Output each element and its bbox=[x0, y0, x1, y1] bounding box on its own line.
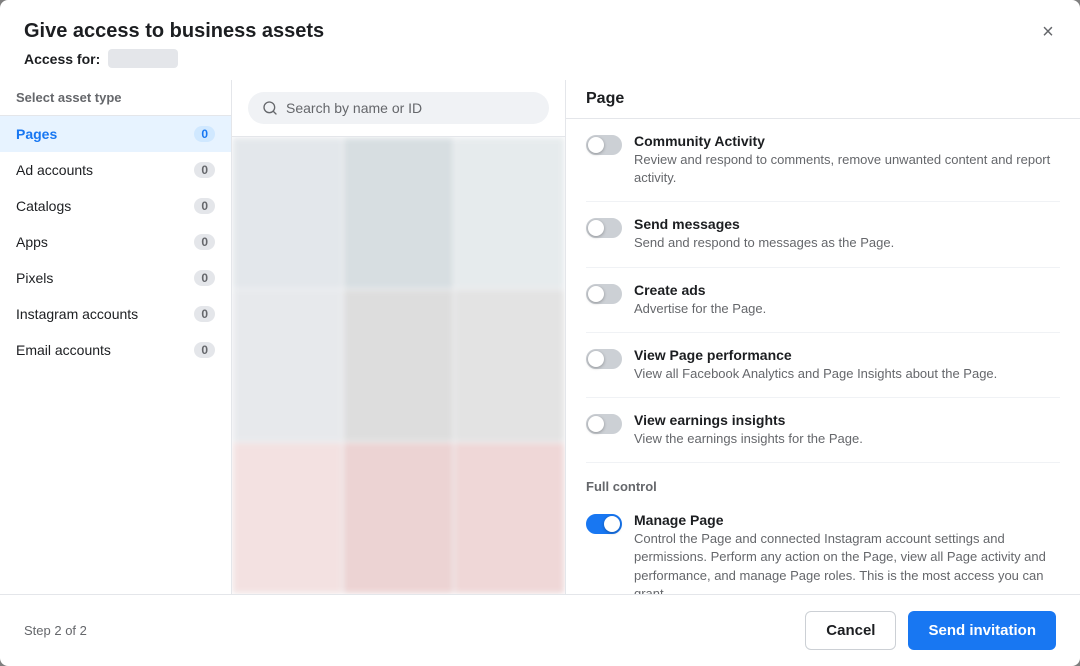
grid-cell bbox=[343, 289, 454, 441]
asset-type-label: Pages bbox=[16, 126, 57, 142]
asset-type-item-instagram[interactable]: Instagram accounts 0 bbox=[0, 296, 231, 332]
access-for-value bbox=[108, 49, 178, 68]
access-for-row: Access for: bbox=[24, 49, 1056, 68]
panel-asset-type: Select asset type Pages 0 Ad accounts 0 … bbox=[0, 80, 232, 594]
permissions-list: Community Activity Review and respond to… bbox=[566, 119, 1080, 594]
grid-cell bbox=[343, 137, 454, 289]
cancel-button[interactable]: Cancel bbox=[805, 611, 896, 650]
asset-type-label: Email accounts bbox=[16, 342, 111, 358]
asset-count: 0 bbox=[194, 126, 215, 142]
panel-select-assets bbox=[232, 80, 566, 594]
asset-count: 0 bbox=[194, 198, 215, 214]
toggle-earnings[interactable] bbox=[586, 414, 622, 434]
permission-item-community: Community Activity Review and respond to… bbox=[586, 119, 1060, 202]
permission-item-page-performance: View Page performance View all Facebook … bbox=[586, 333, 1060, 398]
footer-buttons: Cancel Send invitation bbox=[805, 611, 1056, 650]
modal-footer: Step 2 of 2 Cancel Send invitation bbox=[0, 594, 1080, 666]
permission-desc: View the earnings insights for the Page. bbox=[634, 430, 1060, 448]
permission-text: Send messages Send and respond to messag… bbox=[634, 216, 1060, 252]
permission-text: View Page performance View all Facebook … bbox=[634, 347, 1060, 383]
grid-cell bbox=[454, 442, 565, 594]
modal-header: Give access to business assets Access fo… bbox=[0, 0, 1080, 68]
permission-desc: Send and respond to messages as the Page… bbox=[634, 234, 1060, 252]
permission-title: View earnings insights bbox=[634, 412, 1060, 428]
toggle-community[interactable] bbox=[586, 135, 622, 155]
permission-desc: Control the Page and connected Instagram… bbox=[634, 530, 1060, 594]
permission-title: Send messages bbox=[634, 216, 1060, 232]
permission-title: View Page performance bbox=[634, 347, 1060, 363]
permission-item-manage-page: Manage Page Control the Page and connect… bbox=[586, 498, 1060, 594]
close-button[interactable]: × bbox=[1032, 16, 1064, 48]
asset-type-label: Catalogs bbox=[16, 198, 71, 214]
permission-text: Create ads Advertise for the Page. bbox=[634, 282, 1060, 318]
asset-type-item-pixels[interactable]: Pixels 0 bbox=[0, 260, 231, 296]
toggle-manage-page[interactable] bbox=[586, 514, 622, 534]
asset-type-item-pages[interactable]: Pages 0 bbox=[0, 116, 231, 152]
asset-type-label: Ad accounts bbox=[16, 162, 93, 178]
send-invitation-button[interactable]: Send invitation bbox=[908, 611, 1056, 650]
grid-cell bbox=[343, 442, 454, 594]
assets-placeholder bbox=[232, 137, 565, 594]
permission-text: Manage Page Control the Page and connect… bbox=[634, 512, 1060, 594]
permission-desc: Review and respond to comments, remove u… bbox=[634, 151, 1060, 187]
toggle-create-ads[interactable] bbox=[586, 284, 622, 304]
toggle-page-performance[interactable] bbox=[586, 349, 622, 369]
modal-title: Give access to business assets bbox=[24, 20, 1056, 43]
permission-title: Manage Page bbox=[634, 512, 1060, 528]
permission-title: Community Activity bbox=[634, 133, 1060, 149]
grid-cell bbox=[232, 289, 343, 441]
grid-cell bbox=[232, 442, 343, 594]
permission-item-create-ads: Create ads Advertise for the Page. bbox=[586, 268, 1060, 333]
step-label: Step 2 of 2 bbox=[24, 623, 87, 638]
search-input-wrapper bbox=[248, 92, 549, 124]
blurred-grid bbox=[232, 137, 565, 594]
asset-type-list: Pages 0 Ad accounts 0 Catalogs 0 Apps 0 … bbox=[0, 116, 231, 594]
modal-body: Select asset type Pages 0 Ad accounts 0 … bbox=[0, 80, 1080, 594]
permission-item-earnings: View earnings insights View the earnings… bbox=[586, 398, 1060, 463]
asset-type-item-email[interactable]: Email accounts 0 bbox=[0, 332, 231, 368]
permission-text: View earnings insights View the earnings… bbox=[634, 412, 1060, 448]
panel-page: Page Community Activity Review and respo… bbox=[566, 80, 1080, 594]
asset-type-label: Pixels bbox=[16, 270, 53, 286]
asset-type-item-ad-accounts[interactable]: Ad accounts 0 bbox=[0, 152, 231, 188]
toggle-messages[interactable] bbox=[586, 218, 622, 238]
asset-count: 0 bbox=[194, 342, 215, 358]
modal: Give access to business assets Access fo… bbox=[0, 0, 1080, 666]
grid-cell bbox=[232, 137, 343, 289]
search-input[interactable] bbox=[286, 100, 535, 116]
asset-count: 0 bbox=[194, 306, 215, 322]
asset-type-label: Apps bbox=[16, 234, 48, 250]
permission-desc: View all Facebook Analytics and Page Ins… bbox=[634, 365, 1060, 383]
asset-type-label: Instagram accounts bbox=[16, 306, 138, 322]
asset-count: 0 bbox=[194, 162, 215, 178]
asset-count: 0 bbox=[194, 270, 215, 286]
grid-cell bbox=[454, 137, 565, 289]
permission-title: Create ads bbox=[634, 282, 1060, 298]
asset-type-panel-header: Select asset type bbox=[0, 80, 231, 116]
access-for-label: Access for: bbox=[24, 51, 100, 67]
asset-type-item-catalogs[interactable]: Catalogs 0 bbox=[0, 188, 231, 224]
grid-cell bbox=[454, 289, 565, 441]
asset-count: 0 bbox=[194, 234, 215, 250]
permission-text: Community Activity Review and respond to… bbox=[634, 133, 1060, 187]
search-bar bbox=[232, 80, 565, 137]
permission-item-messages: Send messages Send and respond to messag… bbox=[586, 202, 1060, 267]
permission-desc: Advertise for the Page. bbox=[634, 300, 1060, 318]
page-panel-header: Page bbox=[566, 80, 1080, 119]
search-icon bbox=[262, 100, 278, 116]
full-control-label: Full control bbox=[586, 463, 1060, 498]
asset-type-item-apps[interactable]: Apps 0 bbox=[0, 224, 231, 260]
